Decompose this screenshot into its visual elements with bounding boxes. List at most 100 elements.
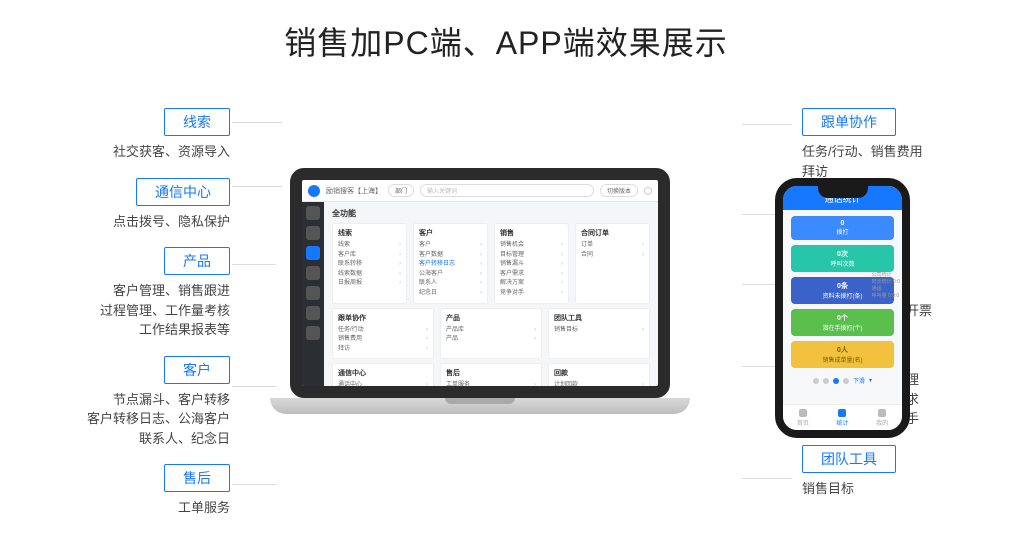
- pc-panel-item[interactable]: 工单服务›: [446, 381, 536, 386]
- pc-panel-item[interactable]: 计划回款›: [554, 381, 644, 386]
- pc-panel: 产品产品库›产品›: [440, 308, 542, 360]
- pc-panel-title: 售后: [446, 368, 536, 378]
- chevron-right-icon: ›: [534, 335, 536, 345]
- pc-panel-item[interactable]: 客户库›: [338, 251, 401, 261]
- avatar-icon[interactable]: [308, 185, 320, 197]
- pc-panels: 线索线索›客户库›联系转移›线索数据›日报周报›客户客户›客户数据›客户转移日志…: [332, 223, 650, 386]
- pc-scope-chip[interactable]: 部门: [388, 184, 414, 197]
- pc-panel-item[interactable]: 客户›: [419, 241, 482, 251]
- pc-section-title: 全功能: [332, 208, 650, 219]
- feature-block: 产品 客户管理、销售跟进 过程管理、工作量考核 工作结果报表等: [60, 247, 230, 340]
- pc-panel-item[interactable]: 产品库›: [446, 326, 536, 336]
- pc-panel-item[interactable]: 销售机会›: [500, 241, 563, 251]
- pc-panel-item[interactable]: 公海客户›: [419, 270, 482, 280]
- chevron-right-icon: ›: [480, 289, 482, 299]
- pc-panel: 客户客户›客户数据›客户转移日志›公海客户›联系人›纪念日›: [413, 223, 488, 304]
- pc-panel-item[interactable]: 订单›: [581, 241, 644, 251]
- pc-panel-item[interactable]: 产品›: [446, 335, 536, 345]
- sidebar-item[interactable]: [306, 306, 320, 320]
- stepper-label: 下滑: [853, 376, 865, 385]
- pc-topbar: 励销搜客【上海】 部门 输入关键词 切换版本: [302, 180, 658, 202]
- pc-panel-item[interactable]: 竞争对手›: [500, 289, 563, 299]
- side-stat: 公司统计: [872, 272, 900, 279]
- pc-panel-item[interactable]: 拜访›: [338, 345, 428, 355]
- side-stat: 呼叫量 0:0:0: [872, 293, 900, 300]
- tab-label: 我的: [876, 418, 888, 427]
- pc-panel-item[interactable]: 销售费用›: [338, 335, 428, 345]
- laptop-base: [270, 398, 690, 414]
- pc-panel-title: 销售: [500, 228, 563, 238]
- bell-icon[interactable]: [644, 187, 652, 195]
- chevron-right-icon: ›: [642, 241, 644, 251]
- pc-panel-item[interactable]: 解决方案›: [500, 279, 563, 289]
- pc-panel: 团队工具销售目标›: [548, 308, 650, 360]
- tab-icon: [878, 409, 886, 417]
- pc-panel-item[interactable]: 客户需求›: [500, 270, 563, 280]
- pc-panel-item[interactable]: 合同›: [581, 251, 644, 261]
- phone-notch: [818, 186, 868, 198]
- pc-panel: 回款计划回款›回款›开票›: [548, 363, 650, 386]
- chevron-right-icon: ›: [480, 279, 482, 289]
- page-title: 销售加PC端、APP端效果展示: [0, 18, 1012, 64]
- stat-card[interactable]: 0个潜在手拨打(个): [791, 309, 894, 336]
- chevron-right-icon: ›: [426, 335, 428, 345]
- pc-search-input[interactable]: 输入关键词: [420, 184, 594, 197]
- sidebar-item[interactable]: [306, 326, 320, 340]
- feature-tag-comm: 通信中心: [136, 178, 230, 206]
- sidebar-item[interactable]: [306, 226, 320, 240]
- feature-desc: 工单服务: [60, 498, 230, 518]
- sidebar-item-active[interactable]: [306, 246, 320, 260]
- pc-panel-item[interactable]: 日报周报›: [338, 279, 401, 289]
- phone-tab[interactable]: 统计: [836, 409, 848, 427]
- chevron-right-icon: ›: [480, 260, 482, 270]
- chevron-right-icon: ›: [399, 241, 401, 251]
- stepper-dot-icon: [823, 378, 829, 384]
- stat-card[interactable]: 0拨打: [791, 216, 894, 240]
- pc-panel-item[interactable]: 线索›: [338, 241, 401, 251]
- phone-tab[interactable]: 我的: [876, 409, 888, 427]
- pc-panel-item[interactable]: 纪念日›: [419, 289, 482, 299]
- phone-mockup: 通话统计 0拨打0次呼叫次数0条资料未拨打(条)0个潜在手拨打(个)0人销售成单…: [775, 178, 910, 438]
- pc-panel-item[interactable]: 销售目标›: [554, 326, 644, 336]
- connector-line: [742, 124, 792, 125]
- feature-tag-product: 产品: [164, 247, 230, 275]
- sidebar-item[interactable]: [306, 206, 320, 220]
- feature-tag-follow: 跟单协作: [802, 108, 896, 136]
- side-stat: 时长统计 0:0: [872, 279, 900, 286]
- sidebar-item[interactable]: [306, 286, 320, 300]
- pc-panel-item[interactable]: 客户数据›: [419, 251, 482, 261]
- phone-tab[interactable]: 首页: [797, 409, 809, 427]
- chevron-right-icon: ›: [561, 289, 563, 299]
- laptop-mockup: 励销搜客【上海】 部门 输入关键词 切换版本 全功能 线索: [270, 168, 690, 414]
- chevron-right-icon: ›: [426, 345, 428, 355]
- pc-panel-title: 跟单协作: [338, 313, 428, 323]
- pc-switch-version[interactable]: 切换版本: [600, 184, 638, 197]
- chevron-right-icon: ›: [480, 251, 482, 261]
- pc-panel-item[interactable]: 客户转移日志›: [419, 260, 482, 270]
- stepper-dot-icon: [843, 378, 849, 384]
- pc-panel-item[interactable]: 联系人›: [419, 279, 482, 289]
- stat-card[interactable]: 0人销售成单量(名): [791, 341, 894, 368]
- stat-card[interactable]: 0次呼叫次数: [791, 245, 894, 272]
- feature-desc: 客户管理、销售跟进 过程管理、工作量考核 工作结果报表等: [60, 281, 230, 340]
- feature-tag-aftersale: 售后: [164, 464, 230, 492]
- sidebar-item[interactable]: [306, 266, 320, 280]
- feature-desc: 社交获客、资源导入: [60, 142, 230, 162]
- side-stat: 通话: [872, 286, 900, 293]
- chevron-right-icon: ›: [561, 270, 563, 280]
- pc-panel: 销售销售机会›目标管理›销售漏斗›客户需求›解决方案›竞争对手›: [494, 223, 569, 304]
- pc-panel-item[interactable]: 联系转移›: [338, 260, 401, 270]
- pc-sidebar: [302, 202, 324, 386]
- pc-panel-item[interactable]: 线索数据›: [338, 270, 401, 280]
- chevron-right-icon: ›: [534, 326, 536, 336]
- pc-panel-item[interactable]: 任务/行动›: [338, 326, 428, 336]
- pc-panel-title: 客户: [419, 228, 482, 238]
- feature-desc: 节点漏斗、客户转移 客户转移日志、公海客户 联系人、纪念日: [60, 390, 230, 449]
- feature-tag-clue: 线索: [164, 108, 230, 136]
- pc-panel-item[interactable]: 销售漏斗›: [500, 260, 563, 270]
- pc-panel-item[interactable]: 通话中心›: [338, 381, 428, 386]
- pc-panel-item[interactable]: 目标管理›: [500, 251, 563, 261]
- chevron-right-icon: ›: [426, 326, 428, 336]
- phone-body: 0拨打0次呼叫次数0条资料未拨打(条)0个潜在手拨打(个)0人销售成单量(名)下…: [783, 210, 902, 391]
- pc-panel: 售后工单服务›: [440, 363, 542, 386]
